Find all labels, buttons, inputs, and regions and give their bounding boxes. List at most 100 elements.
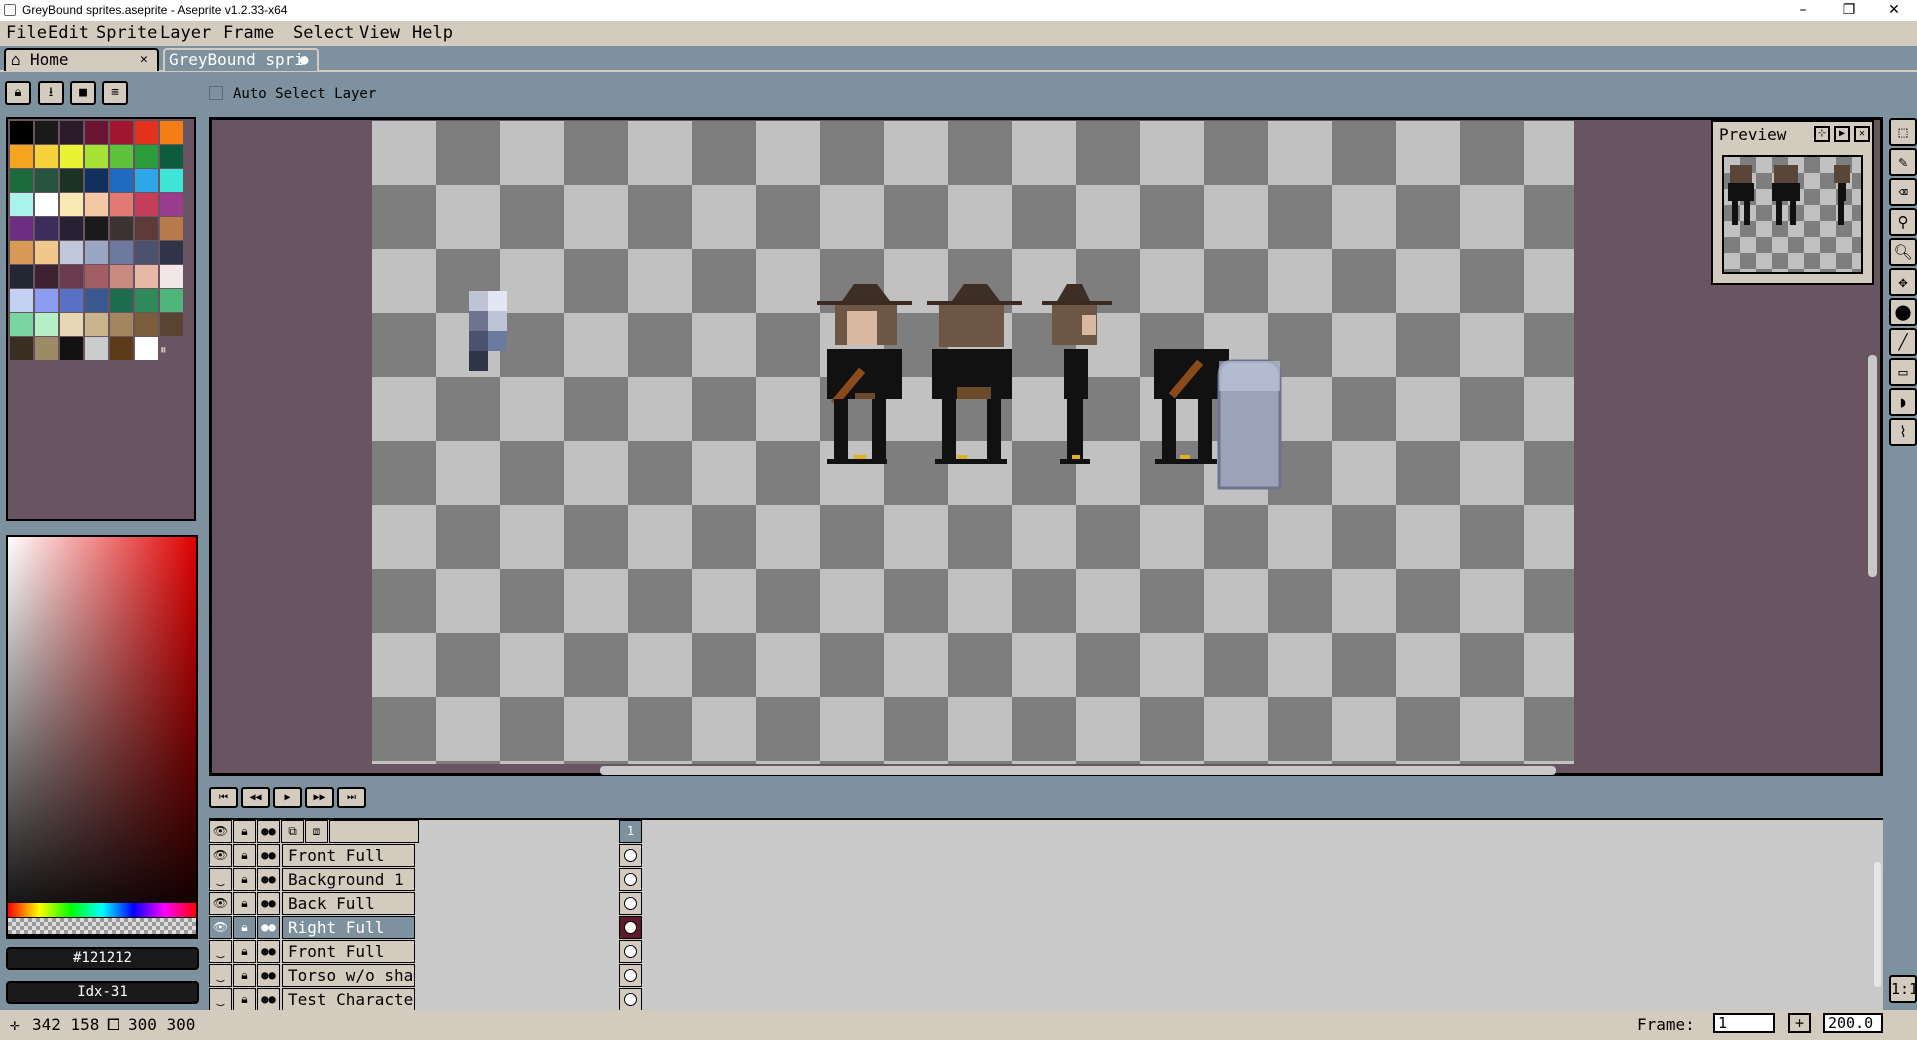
preview-center-icon[interactable]: ⊹ xyxy=(1814,126,1830,142)
palette-swatch[interactable] xyxy=(60,169,83,192)
palette-swatch[interactable] xyxy=(60,121,83,144)
palette-swatch[interactable] xyxy=(160,121,183,144)
palette-swatch[interactable] xyxy=(60,337,83,360)
layer-row[interactable]: ‿ 🔒︎ ●● Torso w/o sha xyxy=(209,964,642,987)
palette-swatch[interactable] xyxy=(85,313,108,336)
palette-swatch[interactable] xyxy=(160,169,183,192)
continuous-icon[interactable]: ●● xyxy=(257,844,280,867)
frame-header-1[interactable]: 1 xyxy=(619,820,642,843)
eye-icon[interactable]: 👁︎ xyxy=(209,916,232,939)
cel-cell[interactable] xyxy=(619,844,642,867)
rectangle-tool-icon[interactable]: ▭ xyxy=(1889,358,1917,386)
palette-resize-handle[interactable]: ⏸ xyxy=(160,343,167,358)
palette-swatch[interactable] xyxy=(110,169,133,192)
cel-cell[interactable] xyxy=(619,916,642,939)
lock-icon[interactable]: 🔒︎ xyxy=(233,844,256,867)
preview-thumbnail[interactable] xyxy=(1722,155,1863,274)
palette-swatch[interactable] xyxy=(35,337,58,360)
layer-row[interactable]: 👁︎ 🔒︎ ●● Front Full xyxy=(209,844,642,867)
menu-help[interactable]: Help xyxy=(412,23,453,43)
palette-swatch[interactable] xyxy=(160,313,183,336)
prev-frame-icon[interactable]: ◀◀ xyxy=(241,787,270,808)
continuous-icon[interactable]: ●● xyxy=(257,868,280,891)
palette-swatch[interactable] xyxy=(135,313,158,336)
close-window-button[interactable]: ✕ xyxy=(1871,0,1917,21)
move-tool-icon[interactable]: ✥ xyxy=(1889,268,1917,296)
zoom-reset-button[interactable]: 1:1 xyxy=(1889,975,1917,1003)
horizontal-scrollbar[interactable] xyxy=(600,766,1556,775)
layer-row[interactable]: 👁︎ 🔒︎ ●● Right Full xyxy=(209,916,642,939)
play-icon[interactable]: ▶ xyxy=(273,787,302,808)
eye-header-icon[interactable]: 👁︎ xyxy=(209,820,232,843)
tab-close-icon[interactable]: ✕ xyxy=(140,50,148,70)
lock-icon[interactable]: 🔒︎ xyxy=(233,892,256,915)
palette-swatch[interactable] xyxy=(10,265,33,288)
contour-tool-icon[interactable]: ◗ xyxy=(1889,388,1917,416)
palette-swatch[interactable] xyxy=(160,265,183,288)
palette-swatch[interactable] xyxy=(110,289,133,312)
zoom-tool-icon[interactable]: 🔍︎ xyxy=(1889,238,1917,266)
palette-swatch[interactable] xyxy=(35,289,58,312)
palette-swatch[interactable] xyxy=(160,217,183,240)
restore-button[interactable]: ❐ xyxy=(1826,0,1872,21)
alpha-slider[interactable] xyxy=(8,918,196,934)
layer-name[interactable]: Front Full xyxy=(282,940,415,963)
palette-swatch[interactable] xyxy=(35,121,58,144)
palette-swatch[interactable] xyxy=(135,145,158,168)
palette-swatch[interactable] xyxy=(10,145,33,168)
eye-icon[interactable]: 👁︎ xyxy=(209,844,232,867)
palette-swatch[interactable] xyxy=(10,193,33,216)
palette-swatch[interactable] xyxy=(35,265,58,288)
eye-closed-icon[interactable]: ‿ xyxy=(209,988,232,1011)
layer-row[interactable]: ‿ 🔒︎ ●● Front Full xyxy=(209,940,642,963)
palette-swatch[interactable] xyxy=(85,337,108,360)
cel-cell[interactable] xyxy=(619,988,642,1011)
line-tool-icon[interactable]: ╱ xyxy=(1889,328,1917,356)
palette-swatch[interactable] xyxy=(60,193,83,216)
palette-swatch[interactable] xyxy=(10,217,33,240)
sprite-canvas[interactable] xyxy=(372,121,1574,764)
palette-swatch[interactable] xyxy=(35,145,58,168)
layer-row[interactable]: ‿ 🔒︎ ●● Background 1 xyxy=(209,868,642,891)
palette-swatch[interactable] xyxy=(110,241,133,264)
palette-swatch[interactable] xyxy=(160,145,183,168)
continuous-icon[interactable]: ●● xyxy=(257,988,280,1011)
blur-tool-icon[interactable]: ⌇ xyxy=(1889,418,1917,446)
palette-swatch[interactable] xyxy=(110,145,133,168)
palette-swatch[interactable] xyxy=(10,313,33,336)
eye-icon[interactable]: 👁︎ xyxy=(209,892,232,915)
palette-swatch[interactable] xyxy=(60,265,83,288)
zoom-input[interactable]: 200.0 xyxy=(1823,1013,1883,1033)
lock-header-icon[interactable]: 🔒︎ xyxy=(233,820,256,843)
timeline-scrollbar[interactable] xyxy=(1874,862,1881,987)
palette-swatch[interactable] xyxy=(85,121,108,144)
lock-icon[interactable]: 🔒︎ xyxy=(233,940,256,963)
palette-swatch[interactable] xyxy=(35,169,58,192)
last-frame-icon[interactable]: ⏭ xyxy=(337,787,366,808)
lock-icon[interactable]: 🔒︎ xyxy=(233,964,256,987)
cel-cell[interactable] xyxy=(619,868,642,891)
eyedropper-tool-icon[interactable]: ⚲ xyxy=(1889,208,1917,236)
palette-swatch[interactable] xyxy=(135,193,158,216)
lock-icon[interactable]: 🔒︎ xyxy=(233,916,256,939)
menu-lines-icon[interactable]: ≡ xyxy=(102,81,128,105)
continuous-icon[interactable]: ●● xyxy=(257,964,280,987)
palette-swatch[interactable] xyxy=(135,289,158,312)
hue-slider[interactable] xyxy=(8,903,196,917)
palette-swatch[interactable] xyxy=(135,241,158,264)
menu-file[interactable]: File xyxy=(6,23,47,43)
palette-swatch[interactable] xyxy=(35,241,58,264)
square-icon[interactable]: ■ xyxy=(70,81,96,105)
onion-skin-icon[interactable]: ⧉ xyxy=(281,820,304,843)
layer-row[interactable]: 👁︎ 🔒︎ ●● Back Full xyxy=(209,892,642,915)
eye-closed-icon[interactable]: ‿ xyxy=(209,940,232,963)
palette-swatch[interactable] xyxy=(10,169,33,192)
foreground-color-index[interactable]: Idx-31 xyxy=(6,981,199,1004)
eye-closed-icon[interactable]: ‿ xyxy=(209,964,232,987)
layer-row[interactable]: ‿ 🔒︎ ●● Test Character xyxy=(209,988,642,1011)
continuous-header-icon[interactable]: ●● xyxy=(257,820,280,843)
palette-swatch[interactable] xyxy=(85,169,108,192)
cel-cell[interactable] xyxy=(619,892,642,915)
menu-edit[interactable]: Edit xyxy=(48,23,89,43)
eraser-tool-icon[interactable]: ⌫ xyxy=(1889,178,1917,206)
